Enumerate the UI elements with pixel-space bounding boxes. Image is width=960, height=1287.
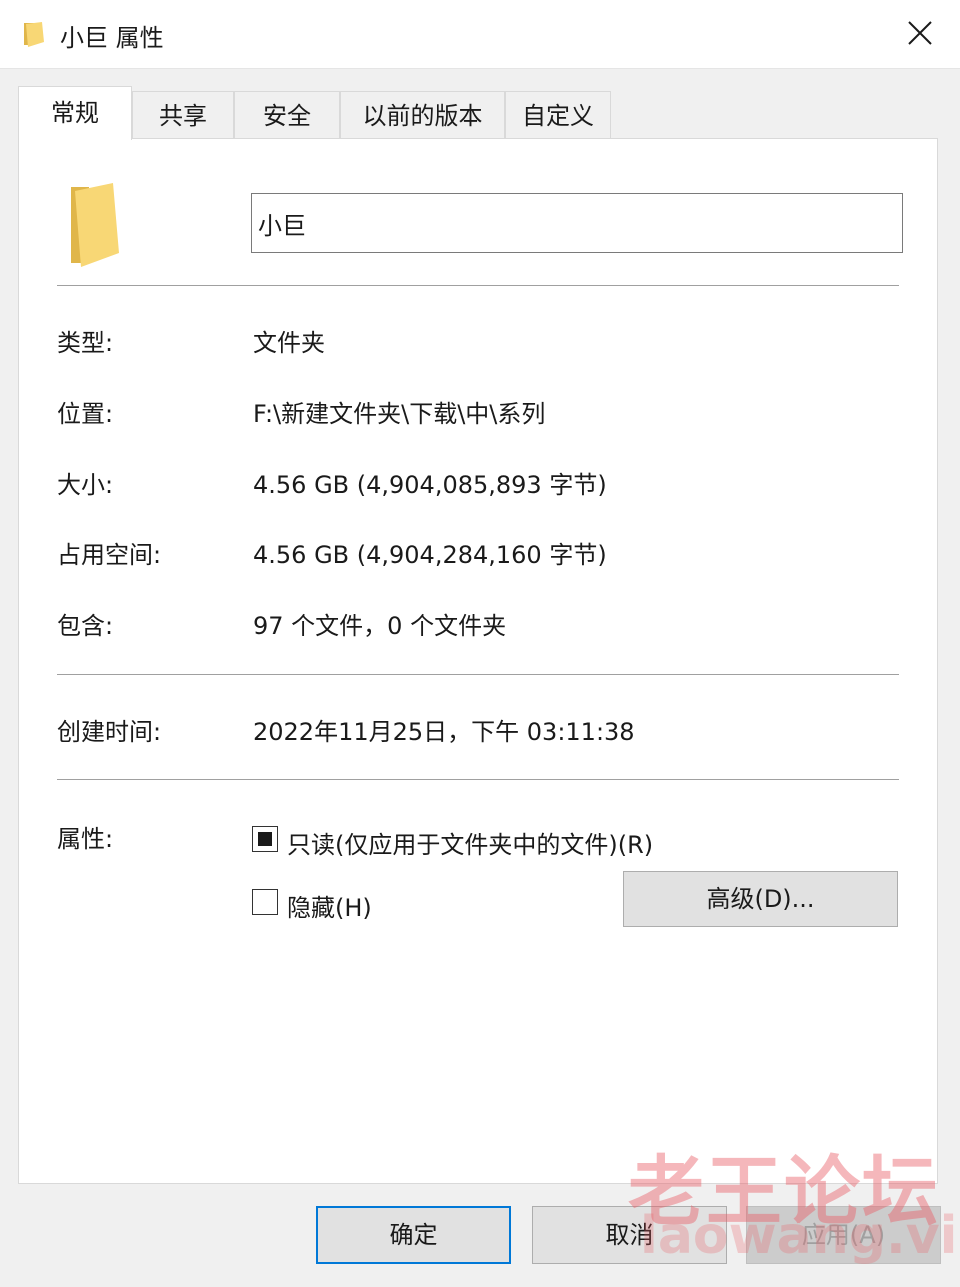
tab-general[interactable]: 常规 (18, 86, 132, 140)
hidden-checkbox[interactable] (252, 889, 278, 915)
created-label: 创建时间: (57, 718, 162, 746)
size-label: 大小: (57, 471, 114, 499)
folder-name-input[interactable] (251, 193, 903, 253)
readonly-label: 只读(仅应用于文件夹中的文件)(R) (287, 831, 654, 859)
contains-value: 97 个文件，0 个文件夹 (253, 612, 507, 640)
tab-sharing[interactable]: 共享 (132, 91, 234, 139)
type-label: 类型: (57, 329, 114, 357)
size-value: 4.56 GB (4,904,085,893 字节) (253, 471, 607, 499)
apply-button[interactable]: 应用(A) (746, 1206, 941, 1264)
folder-icon (24, 22, 44, 47)
attributes-label: 属性: (57, 825, 114, 853)
created-value: 2022年11月25日，下午 03:11:38 (253, 718, 635, 746)
contains-label: 包含: (57, 612, 114, 640)
divider (57, 285, 899, 286)
location-value: F:\新建文件夹\下载\中\系列 (253, 400, 546, 428)
advanced-button[interactable]: 高级(D)... (623, 871, 898, 927)
type-value: 文件夹 (253, 329, 325, 357)
general-tab-panel: 类型: 文件夹 位置: F:\新建文件夹\下载\中\系列 大小: 4.56 GB… (18, 138, 938, 1184)
location-label: 位置: (57, 400, 114, 428)
close-button[interactable] (880, 0, 960, 66)
tab-security[interactable]: 安全 (234, 91, 340, 139)
ok-button[interactable]: 确定 (316, 1206, 511, 1264)
title-bar: 小巨 属性 (0, 0, 960, 69)
disk-size-label: 占用空间: (57, 541, 162, 569)
divider (57, 779, 899, 780)
close-icon (908, 21, 932, 45)
disk-size-value: 4.56 GB (4,904,284,160 字节) (253, 541, 607, 569)
hidden-label: 隐藏(H) (287, 894, 372, 922)
folder-large-icon (71, 183, 119, 267)
window-title: 小巨 属性 (60, 24, 164, 52)
tab-customize[interactable]: 自定义 (505, 91, 611, 139)
readonly-checkbox[interactable] (252, 826, 278, 852)
tab-previous-versions[interactable]: 以前的版本 (340, 91, 505, 139)
cancel-button[interactable]: 取消 (532, 1206, 727, 1264)
divider (57, 674, 899, 675)
